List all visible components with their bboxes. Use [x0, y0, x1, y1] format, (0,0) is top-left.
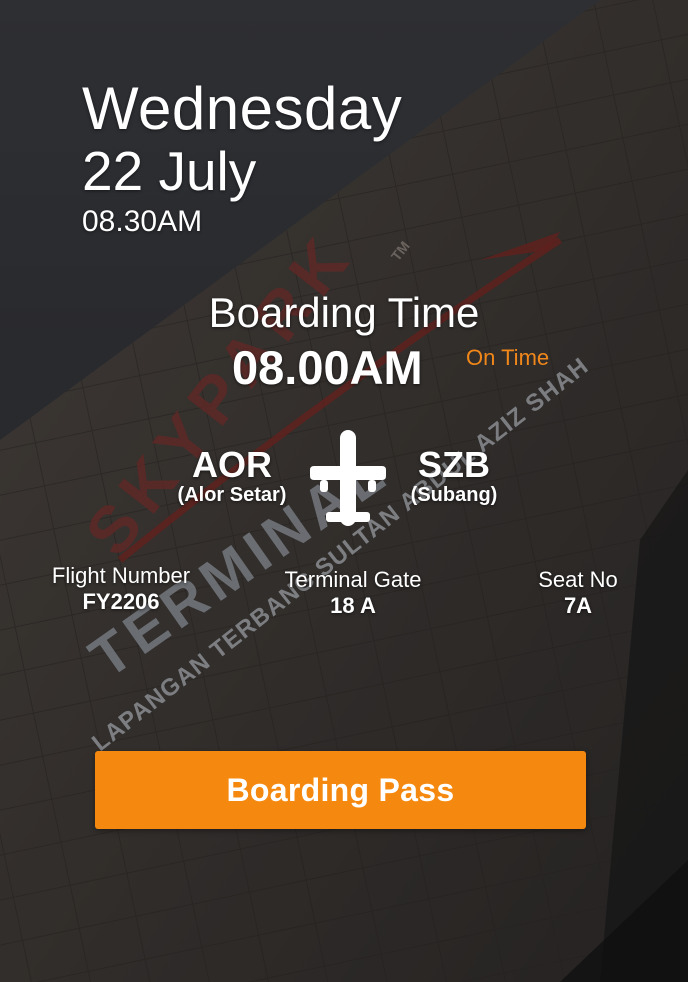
- destination-code: SZB: [418, 444, 490, 485]
- current-time-text: 08.30AM: [82, 205, 203, 238]
- flight-status-text: On Time: [466, 345, 550, 370]
- flight-number-label: Flight Number: [51, 563, 191, 588]
- destination-city: (Subang): [410, 484, 498, 506]
- boarding-screen: SKYPARK TM TERMINAL LAPANGAN TERBANG SUL…: [0, 0, 688, 982]
- seat-label: Seat No: [538, 567, 618, 592]
- flight-number-block: Flight Number FY2206: [36, 563, 206, 615]
- boarding-time-label: Boarding Time: [208, 289, 480, 336]
- origin-city: (Alor Setar): [177, 484, 287, 506]
- seat-value: 7A: [563, 593, 593, 618]
- current-date-block: Wednesday 22 July 08.30AM: [82, 76, 402, 242]
- weekday-text: Wednesday: [82, 75, 403, 142]
- seat-block: Seat No 7A: [524, 567, 632, 619]
- boarding-time-value: 08.00AM: [232, 341, 423, 394]
- airplane-icon: [308, 428, 388, 528]
- origin-airport: AOR (Alor Setar): [164, 444, 300, 507]
- flight-number-value: FY2206: [82, 589, 160, 614]
- terminal-gate-value: 18 A: [330, 593, 376, 618]
- terminal-gate-label: Terminal Gate: [284, 567, 422, 592]
- destination-airport: SZB (Subang): [398, 444, 510, 507]
- origin-code: AOR: [192, 444, 272, 485]
- day-month-text: 22 July: [82, 140, 257, 202]
- terminal-gate-block: Terminal Gate 18 A: [270, 567, 436, 619]
- boarding-pass-button[interactable]: Boarding Pass: [95, 751, 586, 829]
